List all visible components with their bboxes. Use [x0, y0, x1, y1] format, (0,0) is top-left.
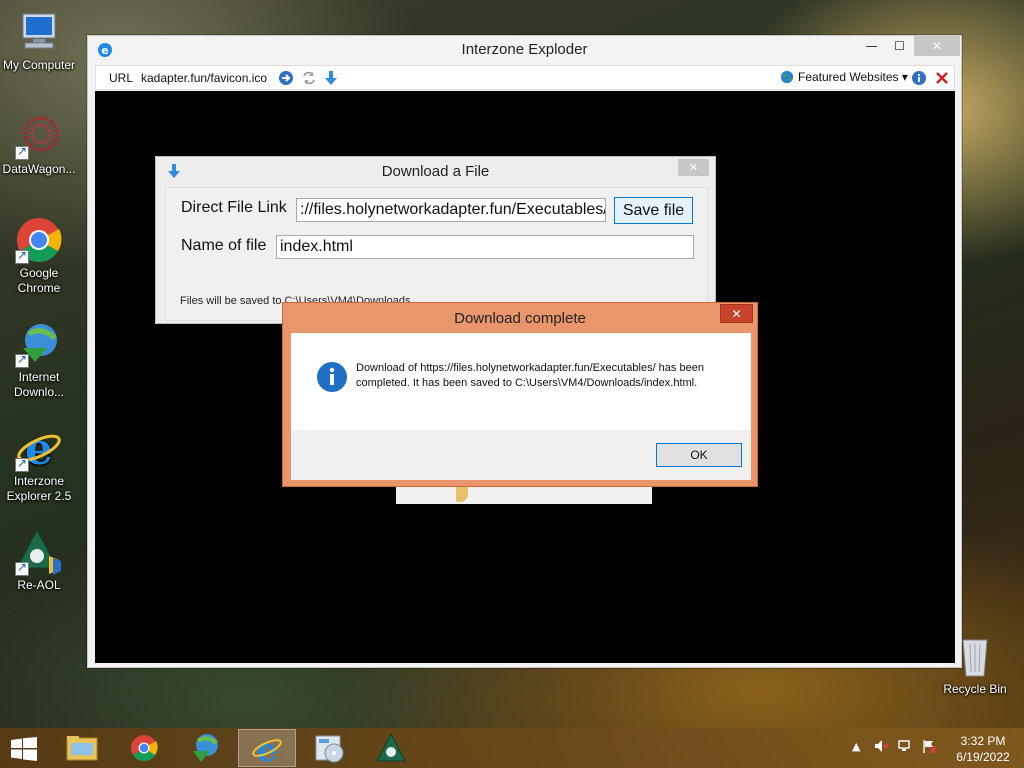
dialog-title: Download a File [381, 163, 490, 180]
desktop-icon-my-computer[interactable]: My Computer [0, 8, 78, 73]
taskbar-file-explorer[interactable] [53, 729, 111, 767]
direct-file-link-label: Direct File Link [181, 199, 287, 216]
direct-file-link-input[interactable]: ://files.holynetworkadapter.fun/Executab… [296, 198, 606, 222]
info-icon [316, 361, 348, 393]
action-center-flag-icon[interactable] [921, 738, 937, 757]
datawagon-icon [15, 112, 63, 160]
dialog-body: Direct File Link ://files.holynetworkada… [165, 187, 708, 321]
taskbar-interzone-explorer[interactable]: e [238, 729, 296, 768]
featured-websites-dropdown[interactable]: Featured Websites ▾ [798, 70, 908, 84]
browser-title: Interzone Exploder [461, 41, 588, 58]
taskbar-download-manager[interactable] [176, 729, 234, 767]
decorative-shape [456, 486, 468, 502]
file-name-input[interactable]: index.html [276, 235, 694, 259]
browser-titlebar[interactable]: e Interzone Exploder — ☐ ✕ [88, 36, 961, 64]
desktop-icon-label: DataWagon... [2, 162, 76, 176]
shortcut-arrow-icon [15, 352, 29, 368]
desktop-icon-internet-download-manager[interactable]: Internet Downlo... [0, 320, 78, 400]
desktop-icon-re-aol[interactable]: Re-AOL [0, 528, 78, 593]
minimize-button[interactable]: — [858, 36, 885, 56]
shortcut-arrow-icon [15, 248, 29, 264]
close-button[interactable]: ✕ [720, 304, 753, 323]
file-name-label: Name of file [181, 237, 267, 254]
download-arrow-icon[interactable] [323, 70, 339, 86]
info-icon[interactable] [911, 70, 927, 86]
background-window-fragment [396, 486, 652, 504]
desktop-icon-datawagon[interactable]: DataWagon... [0, 112, 78, 177]
desktop-icon-label: Internet Downlo... [13, 370, 65, 399]
browser-toolbar: URL kadapter.fun/favicon.ico Featured We… [95, 65, 955, 90]
chrome-icon [15, 216, 63, 264]
computer-icon [15, 8, 63, 56]
shortcut-arrow-icon [15, 560, 29, 576]
url-input[interactable]: kadapter.fun/favicon.ico [141, 71, 273, 85]
dialog-message-area: Download of https://files.holynetworkada… [291, 333, 751, 430]
desktop-icon-label: Interzone Explorer 2.5 [6, 474, 72, 503]
aol-icon [15, 528, 63, 576]
svg-text:e: e [25, 424, 53, 472]
stop-icon[interactable] [934, 70, 950, 86]
dialog-footer: OK [291, 430, 751, 480]
go-icon[interactable] [278, 70, 294, 86]
desktop-icon-label: Google Chrome [17, 266, 61, 295]
download-dialog: Download a File ✕ Direct File Link ://fi… [155, 156, 716, 324]
desktop-icon-interzone-explorer[interactable]: e Interzone Explorer 2.5 [0, 424, 78, 504]
desktop-icon-label: Recycle Bin [943, 682, 1007, 696]
refresh-icon[interactable] [301, 70, 317, 86]
clock-time: 3:32 PM [960, 734, 1006, 748]
taskbar-disc-burner[interactable] [300, 729, 358, 767]
volume-muted-icon[interactable] [873, 738, 889, 757]
url-label: URL [109, 71, 134, 85]
taskbar-re-aol[interactable] [362, 729, 420, 767]
svg-text:e: e [257, 731, 277, 766]
close-button[interactable]: ✕ [914, 36, 960, 56]
shortcut-arrow-icon [15, 456, 29, 472]
shortcut-arrow-icon [15, 144, 29, 160]
network-icon[interactable] [897, 738, 913, 757]
ok-button[interactable]: OK [656, 443, 742, 467]
internet-explorer-icon: e [15, 424, 63, 475]
download-complete-dialog: Download complete ✕ Download of https://… [282, 302, 758, 487]
taskbar: e ▲ 3:32 PM 6/19/2022 [0, 728, 1024, 768]
clock-date: 6/19/2022 [956, 750, 1010, 764]
taskbar-chrome[interactable] [115, 729, 173, 767]
dialog-message: Download of https://files.holynetworkada… [356, 362, 704, 389]
desktop-icon-label: Re-AOL [17, 578, 61, 592]
download-manager-icon [15, 320, 63, 368]
save-file-button[interactable]: Save file [614, 197, 693, 224]
show-hidden-icons-chevron-icon[interactable]: ▲ [852, 740, 860, 753]
close-button[interactable]: ✕ [678, 159, 709, 176]
globe-icon [780, 70, 796, 86]
desktop-icon-label: My Computer [2, 58, 76, 72]
dialog-title: Download complete [454, 310, 586, 327]
system-clock[interactable]: 3:32 PM 6/19/2022 [948, 733, 1018, 765]
start-button[interactable] [10, 737, 38, 761]
desktop-icon-google-chrome[interactable]: Google Chrome [0, 216, 78, 296]
maximize-button[interactable]: ☐ [886, 36, 913, 56]
